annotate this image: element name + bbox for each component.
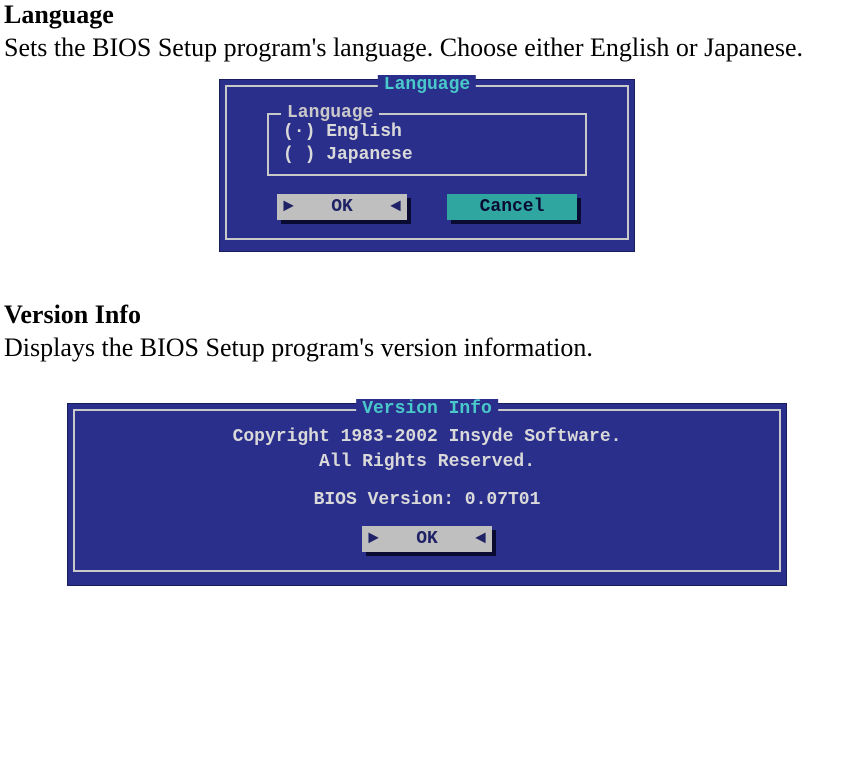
language-dialog: Language Language (·) English ( ) Japane… (219, 79, 635, 252)
bios-version-line: BIOS Version: 0.07T01 (85, 488, 769, 512)
ok-button[interactable]: ► OK ◄ (362, 526, 492, 552)
cancel-button-label: Cancel (480, 197, 545, 217)
ok-button-label: OK (331, 197, 353, 217)
language-option-english[interactable]: (·) English (283, 121, 571, 144)
triangle-left-icon: ◄ (390, 194, 401, 220)
version-info-dialog-title: Version Info (356, 399, 498, 419)
version-info-dialog-buttons: ► OK ◄ (85, 526, 769, 552)
version-info-text: Copyright 1983-2002 Insyde Software. All… (85, 425, 769, 512)
triangle-right-icon: ► (368, 526, 379, 552)
language-radio-group: Language (·) English ( ) Japanese (267, 113, 587, 176)
copyright-line: Copyright 1983-2002 Insyde Software. (85, 425, 769, 449)
ok-button[interactable]: ► OK ◄ (277, 194, 407, 220)
language-dialog-buttons: ► OK ◄ Cancel (237, 194, 617, 220)
version-info-description: Displays the BIOS Setup program's versio… (4, 332, 850, 363)
language-heading: Language (4, 0, 850, 30)
ok-button-label: OK (416, 529, 438, 549)
version-info-heading: Version Info (4, 300, 850, 330)
language-option-japanese[interactable]: ( ) Japanese (283, 144, 571, 167)
rights-line: All Rights Reserved. (85, 450, 769, 474)
language-description: Sets the BIOS Setup program's language. … (4, 32, 850, 63)
language-dialog-frame: Language Language (·) English ( ) Japane… (225, 85, 629, 240)
language-radio-group-title: Language (281, 103, 379, 123)
version-info-dialog: Version Info Copyright 1983-2002 Insyde … (67, 403, 787, 586)
version-info-dialog-frame: Version Info Copyright 1983-2002 Insyde … (73, 409, 781, 572)
triangle-right-icon: ► (283, 194, 294, 220)
cancel-button[interactable]: Cancel (447, 194, 577, 220)
triangle-left-icon: ◄ (475, 526, 486, 552)
language-dialog-title: Language (378, 75, 476, 95)
